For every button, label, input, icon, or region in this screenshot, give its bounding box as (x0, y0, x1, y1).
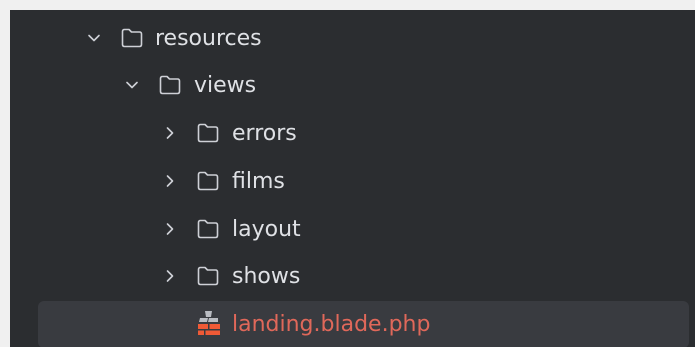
tree-item-views[interactable]: views (10, 62, 695, 109)
chevron-down-icon[interactable] (84, 28, 104, 48)
tree-item-label: errors (232, 121, 297, 146)
tree-item-label: films (232, 169, 285, 194)
folder-icon (197, 219, 219, 239)
chevron-right-icon[interactable] (160, 266, 180, 286)
tree-item-label: resources (155, 26, 262, 51)
tree-item-errors[interactable]: errors (10, 110, 695, 157)
chevron-right-icon[interactable] (160, 219, 180, 239)
folder-icon (197, 266, 219, 286)
tree-item-label: shows (232, 264, 301, 289)
tree-item-label: landing.blade.php (232, 312, 431, 337)
tree-item-films[interactable]: films (10, 158, 695, 205)
folder-icon (159, 75, 181, 95)
tree-item-layout[interactable]: layout (10, 206, 695, 253)
chevron-right-icon[interactable] (160, 171, 180, 191)
chevron-down-icon[interactable] (122, 75, 142, 95)
project-tree-panel: resources views errors films layout show… (10, 10, 695, 347)
folder-icon (121, 28, 143, 48)
tree-item-label: views (194, 73, 257, 98)
tree-item-label: layout (232, 217, 301, 242)
tree-item-resources[interactable]: resources (10, 15, 695, 62)
folder-icon (197, 171, 219, 191)
folder-icon (197, 123, 219, 143)
blade-file-icon (198, 311, 220, 335)
chevron-right-icon[interactable] (160, 123, 180, 143)
tree-item-landing-blade-php[interactable]: landing.blade.php (10, 301, 695, 347)
tree-item-shows[interactable]: shows (10, 253, 695, 300)
